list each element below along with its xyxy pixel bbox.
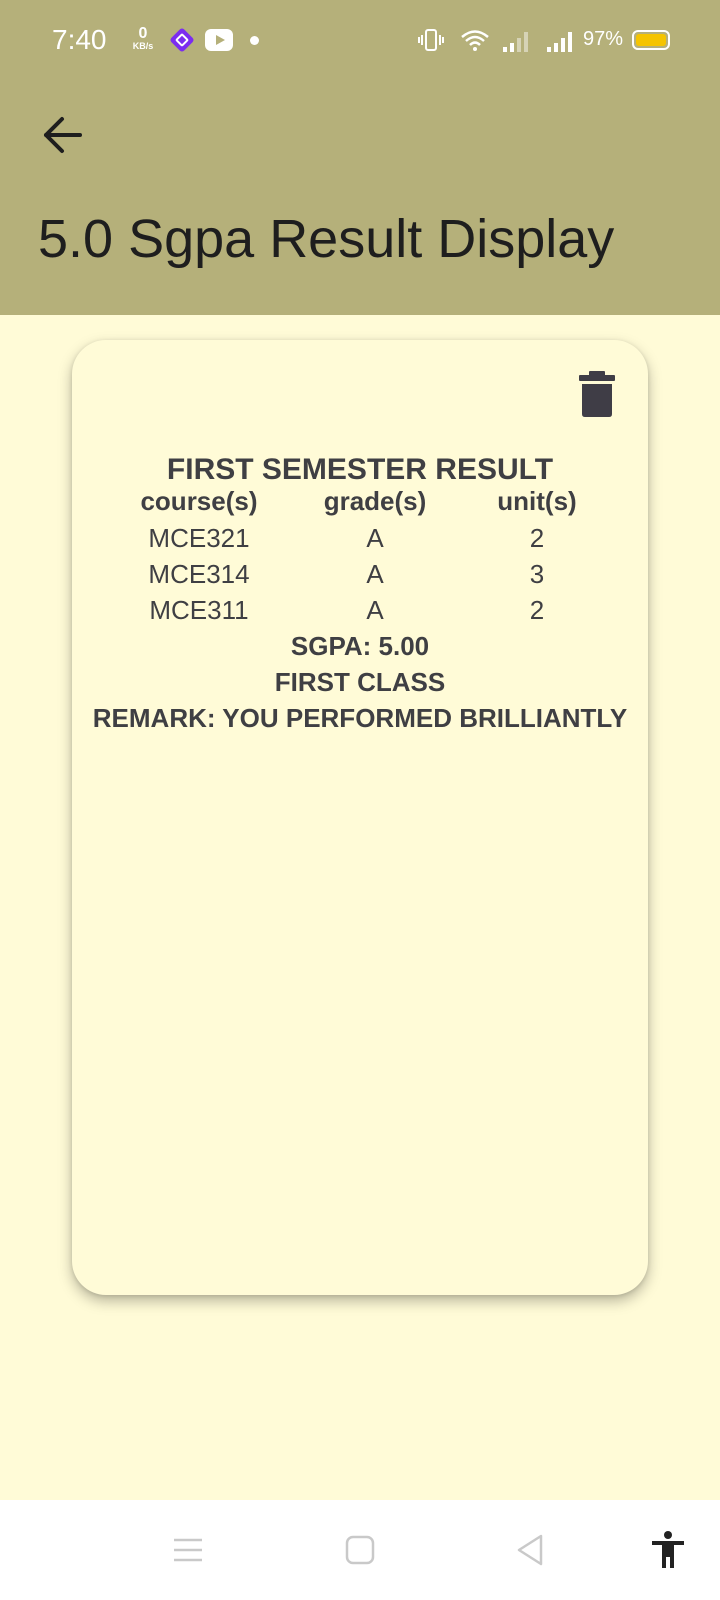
result-card: FIRST SEMESTER RESULT course(s) grade(s)… (72, 340, 648, 1295)
column-header-course: course(s) (140, 486, 258, 516)
accessibility-icon[interactable] (648, 1530, 688, 1570)
trash-icon[interactable] (578, 370, 616, 418)
table-row: MCE321 A 2 (72, 523, 648, 559)
network-speed-value: 0 (138, 25, 148, 42)
battery-icon (632, 30, 670, 50)
signal-icon (547, 32, 572, 52)
sgpa-value: SGPA: 5.00 (290, 631, 430, 661)
status-time: 7:40 (52, 24, 107, 55)
course-unit: 2 (529, 523, 545, 553)
dot-icon (250, 36, 259, 45)
result-heading: FIRST SEMESTER RESULT (166, 453, 554, 486)
course-unit: 2 (529, 595, 545, 625)
network-speed: 0 KB/s (128, 26, 158, 51)
status-bar: 7:40 0 KB/s 97% (0, 0, 720, 80)
battery-percent: 97% (583, 28, 624, 50)
course-grade: A (366, 595, 384, 625)
class-of-degree: FIRST CLASS (274, 667, 446, 697)
wifi-icon (461, 30, 489, 51)
table-header: course(s) grade(s) unit(s) (72, 486, 648, 522)
page-title: 5.0 Sgpa Result Display (38, 209, 615, 269)
vibrate-icon (418, 29, 444, 51)
network-speed-unit: KB/s (132, 41, 154, 51)
column-header-grade: grade(s) (323, 486, 427, 516)
column-header-unit: unit(s) (497, 486, 577, 516)
signal-icon (503, 32, 528, 52)
course-unit: 3 (529, 559, 545, 589)
course-code: MCE311 (149, 595, 249, 625)
home-icon[interactable] (340, 1530, 380, 1570)
app-bar (0, 80, 720, 315)
table-row: MCE314 A 3 (72, 559, 648, 595)
arrow-back-icon[interactable] (38, 110, 88, 160)
remark-text: REMARK: YOU PERFORMED BRILLIANTLY (92, 703, 628, 733)
course-grade: A (366, 559, 384, 589)
menu-icon[interactable] (168, 1530, 208, 1570)
course-code: MCE321 (148, 523, 250, 553)
system-nav-bar (0, 1500, 720, 1600)
table-row: MCE311 A 2 (72, 595, 648, 631)
course-grade: A (366, 523, 384, 553)
back-icon[interactable] (510, 1530, 550, 1570)
course-code: MCE314 (148, 559, 250, 589)
youtube-icon (205, 29, 233, 51)
app-notification-icon (170, 28, 194, 52)
